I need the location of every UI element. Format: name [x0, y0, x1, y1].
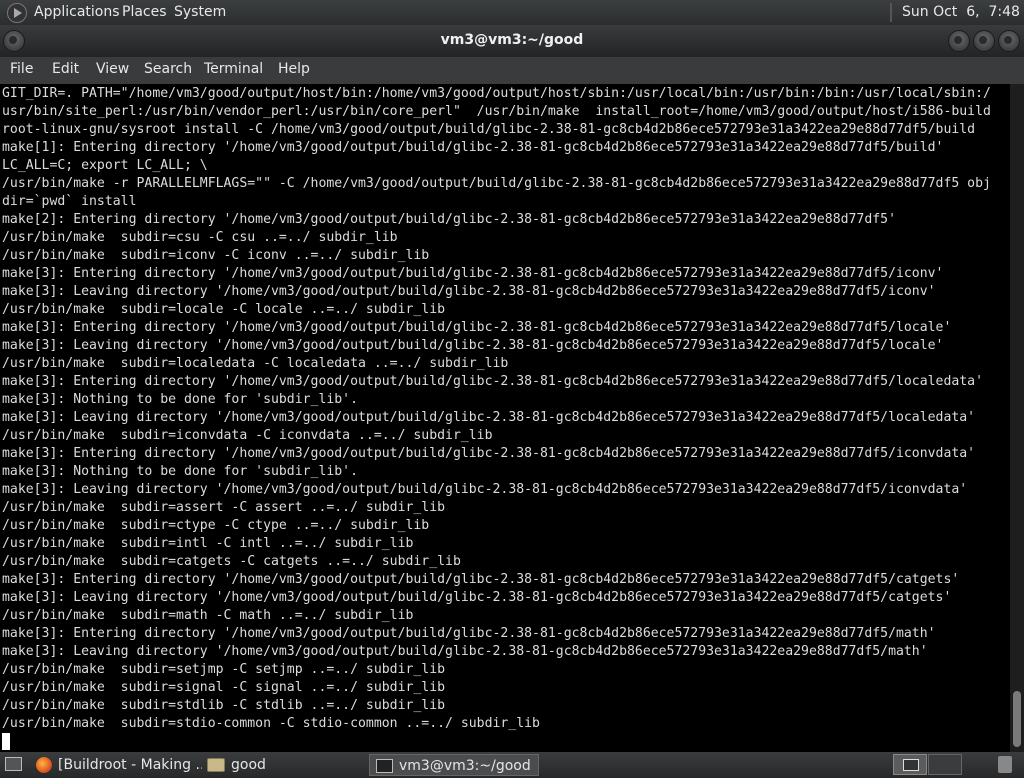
window-title-bar[interactable]: vm3@vm3:~/good [0, 25, 1024, 57]
workspace-window-icon [903, 759, 919, 771]
terminal-line: make[3]: Nothing to be done for 'subdir_… [2, 464, 359, 479]
menu-view[interactable]: View [96, 61, 129, 77]
terminal-line: /usr/bin/make subdir=stdio-common -C std… [2, 716, 540, 731]
workspace-2[interactable] [928, 754, 962, 775]
terminal-line: /usr/bin/make subdir=assert -C assert ..… [2, 500, 446, 515]
terminal-line: /usr/bin/make -r PARALLELMFLAGS="" -C /h… [2, 176, 991, 191]
places-menu[interactable]: Places [122, 4, 167, 20]
terminal-scrollbar[interactable] [1010, 84, 1024, 752]
terminal-line: make[3]: Entering directory '/home/vm3/g… [2, 626, 936, 641]
window-title: vm3@vm3:~/good [440, 32, 584, 48]
terminal-line: make[3]: Leaving directory '/home/vm3/go… [2, 644, 928, 659]
taskbar-item-label: vm3@vm3:~/good [399, 758, 531, 774]
terminal-line: make[3]: Nothing to be done for 'subdir_… [2, 392, 359, 407]
firefox-icon [36, 757, 52, 773]
terminal-line: /usr/bin/make subdir=localedata -C local… [2, 356, 509, 371]
menu-edit[interactable]: Edit [52, 61, 79, 77]
terminal-output[interactable]: GIT_DIR=. PATH="/home/vm3/good/output/ho… [0, 84, 1010, 752]
taskbar-item-label: [Buildroot - Making ... [58, 757, 202, 773]
taskbar-item-terminal[interactable]: vm3@vm3:~/good [369, 754, 539, 776]
terminal-line: LC_ALL=C; export LC_ALL; \ [2, 158, 208, 173]
menu-search[interactable]: Search [144, 61, 192, 77]
show-desktop-icon[interactable] [5, 757, 22, 771]
terminal-line: /usr/bin/make subdir=iconvdata -C iconvd… [2, 428, 493, 443]
terminal-line: /usr/bin/make subdir=csu -C csu ..=../ s… [2, 230, 398, 245]
taskbar-item-label: good [231, 757, 266, 773]
menu-file[interactable]: File [10, 61, 33, 77]
terminal-line: /usr/bin/make subdir=stdlib -C stdlib ..… [2, 698, 446, 713]
top-panel: Applications Places System Sun Oct 6, 7:… [0, 0, 1024, 25]
terminal-line: make[2]: Entering directory '/home/vm3/g… [2, 212, 896, 227]
terminal-line: GIT_DIR=. PATH="/home/vm3/good/output/ho… [2, 86, 991, 101]
close-button[interactable] [998, 30, 1020, 52]
panel-separator [890, 3, 892, 22]
menu-bar: File Edit View Search Terminal Help [0, 57, 1024, 84]
terminal-line: make[1]: Entering directory '/home/vm3/g… [2, 140, 944, 155]
scrollbar-thumb[interactable] [1013, 691, 1021, 747]
terminal-lines: GIT_DIR=. PATH="/home/vm3/good/output/ho… [0, 84, 1010, 733]
trash-icon[interactable] [998, 756, 1012, 773]
terminal-line: make[3]: Leaving directory '/home/vm3/go… [2, 590, 952, 605]
clock[interactable]: Sun Oct 6, 7:48 PM [902, 4, 1024, 20]
menu-help[interactable]: Help [278, 61, 310, 77]
text-cursor [2, 733, 10, 750]
terminal-line: /usr/bin/make subdir=signal -C signal ..… [2, 680, 446, 695]
terminal-line: dir=`pwd` install [2, 194, 137, 209]
terminal-line: make[3]: Leaving directory '/home/vm3/go… [2, 410, 976, 425]
terminal-line: make[3]: Entering directory '/home/vm3/g… [2, 266, 944, 281]
terminal-line: make[3]: Entering directory '/home/vm3/g… [2, 572, 960, 587]
workspace-1[interactable] [893, 754, 927, 775]
taskbar-item-firefox[interactable]: [Buildroot - Making ... [32, 754, 202, 776]
terminal-line: /usr/bin/make subdir=locale -C locale ..… [2, 302, 446, 317]
minimize-button[interactable] [948, 30, 970, 52]
applications-menu[interactable]: Applications [34, 4, 120, 20]
terminal-line: make[3]: Leaving directory '/home/vm3/go… [2, 338, 944, 353]
terminal-line: make[3]: Entering directory '/home/vm3/g… [2, 446, 976, 461]
maximize-button[interactable] [973, 30, 995, 52]
terminal-line: /usr/bin/make subdir=ctype -C ctype ..=.… [2, 518, 430, 533]
terminal-line: /usr/bin/make subdir=math -C math ..=../… [2, 608, 414, 623]
folder-icon [207, 758, 225, 772]
menu-terminal[interactable]: Terminal [204, 61, 263, 77]
app-menu-icon[interactable] [7, 3, 27, 23]
terminal-line: make[3]: Entering directory '/home/vm3/g… [2, 374, 984, 389]
terminal-line: make[3]: Leaving directory '/home/vm3/go… [2, 284, 936, 299]
bottom-panel: [Buildroot - Making ... good vm3@vm3:~/g… [0, 752, 1024, 778]
terminal-line: /usr/bin/make subdir=catgets -C catgets … [2, 554, 461, 569]
system-menu[interactable]: System [174, 4, 226, 20]
terminal-line: root-linux-gnu/sysroot install -C /home/… [2, 122, 976, 137]
taskbar-item-folder[interactable]: good [203, 754, 363, 776]
terminal-line: make[3]: Leaving directory '/home/vm3/go… [2, 482, 968, 497]
terminal-line: /usr/bin/make subdir=setjmp -C setjmp ..… [2, 662, 446, 677]
terminal-line: usr/bin/site_perl:/usr/bin/vendor_perl:/… [2, 104, 991, 119]
terminal-line: /usr/bin/make subdir=intl -C intl ..=../… [2, 536, 414, 551]
terminal-icon [376, 759, 393, 773]
terminal-line: /usr/bin/make subdir=iconv -C iconv ..=.… [2, 248, 430, 263]
terminal-line: make[3]: Entering directory '/home/vm3/g… [2, 320, 952, 335]
